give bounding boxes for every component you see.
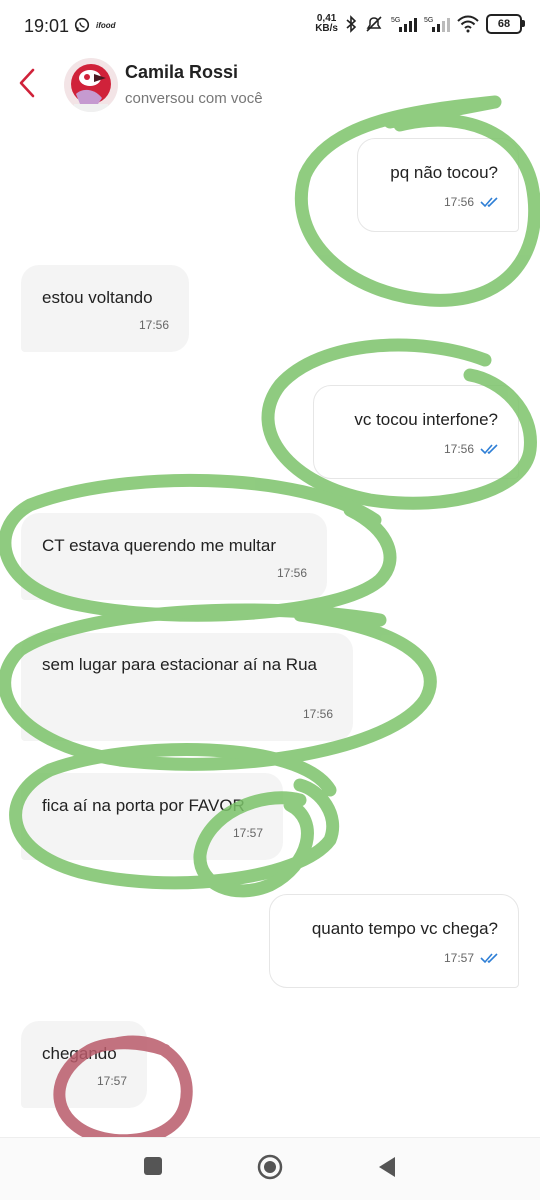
bluetooth-icon	[346, 15, 357, 33]
message-outgoing[interactable]: vc tocou interfone? 17:56	[313, 385, 519, 479]
message-time: 17:56	[138, 318, 169, 332]
message-outgoing[interactable]: pq não tocou? 17:56	[357, 138, 519, 232]
avatar-image	[64, 58, 118, 112]
system-nav-bar	[0, 1137, 540, 1200]
contact-name[interactable]: Camila Rossi	[125, 62, 238, 83]
home-circle-icon[interactable]	[257, 1154, 283, 1180]
network-speed: 0,41 KB/s	[315, 13, 338, 34]
message-text: chegando	[42, 1044, 117, 1063]
message-incoming[interactable]: fica aí na porta por FAVOR 17:57	[21, 773, 283, 860]
message-outgoing[interactable]: quanto tempo vc chega? 17:57	[269, 894, 519, 988]
message-text: quanto tempo vc chega?	[311, 919, 498, 938]
svg-text:5G: 5G	[391, 17, 400, 24]
message-incoming[interactable]: estou voltando 17:56	[21, 265, 189, 352]
message-time: 17:57	[232, 826, 263, 840]
message-time: 17:56	[302, 707, 333, 721]
message-time: 17:56	[276, 566, 307, 580]
message-text: sem lugar para estacionar aí na Rua	[42, 655, 317, 674]
message-text: estou voltando	[42, 288, 153, 307]
avatar[interactable]	[64, 58, 118, 112]
read-ticks-icon	[480, 197, 498, 208]
message-time: 17:57	[443, 951, 474, 965]
recents-square-icon[interactable]	[143, 1156, 163, 1176]
message-text: CT estava querendo me multar	[42, 536, 277, 555]
mute-icon	[366, 16, 382, 32]
signal-5g-icon: 5G	[391, 17, 417, 32]
message-time: 17:57	[96, 1074, 127, 1088]
chat-header: Camila Rossi conversou com você	[0, 52, 540, 122]
svg-text:5G: 5G	[424, 17, 433, 24]
chevron-left-icon[interactable]	[14, 66, 42, 100]
read-ticks-icon	[480, 444, 498, 455]
message-text: vc tocou interfone?	[354, 410, 498, 429]
ifood-icon: ifood	[96, 21, 117, 30]
svg-text:ifood: ifood	[96, 21, 117, 30]
read-ticks-icon	[480, 953, 498, 964]
back-triangle-icon[interactable]	[377, 1156, 397, 1178]
signal-5g-icon: 5G	[424, 17, 450, 32]
message-incoming[interactable]: CT estava querendo me multar 17:56	[21, 513, 327, 600]
status-bar: 19:01 ifood 0,41 KB/s 5G 5G 68	[0, 0, 540, 52]
whatsapp-icon	[74, 17, 90, 33]
message-time: 17:56	[443, 442, 474, 456]
wifi-icon	[457, 15, 479, 33]
status-time: 19:01	[24, 16, 70, 36]
contact-subtitle: conversou com você	[125, 90, 263, 107]
message-text: fica aí na porta por FAVOR	[42, 796, 245, 815]
message-incoming[interactable]: sem lugar para estacionar aí na Rua 17:5…	[21, 633, 353, 741]
message-text: pq não tocou?	[390, 163, 498, 182]
battery-icon: 68	[486, 14, 525, 34]
message-incoming[interactable]: chegando 17:57	[21, 1021, 147, 1108]
message-time: 17:56	[443, 195, 474, 209]
